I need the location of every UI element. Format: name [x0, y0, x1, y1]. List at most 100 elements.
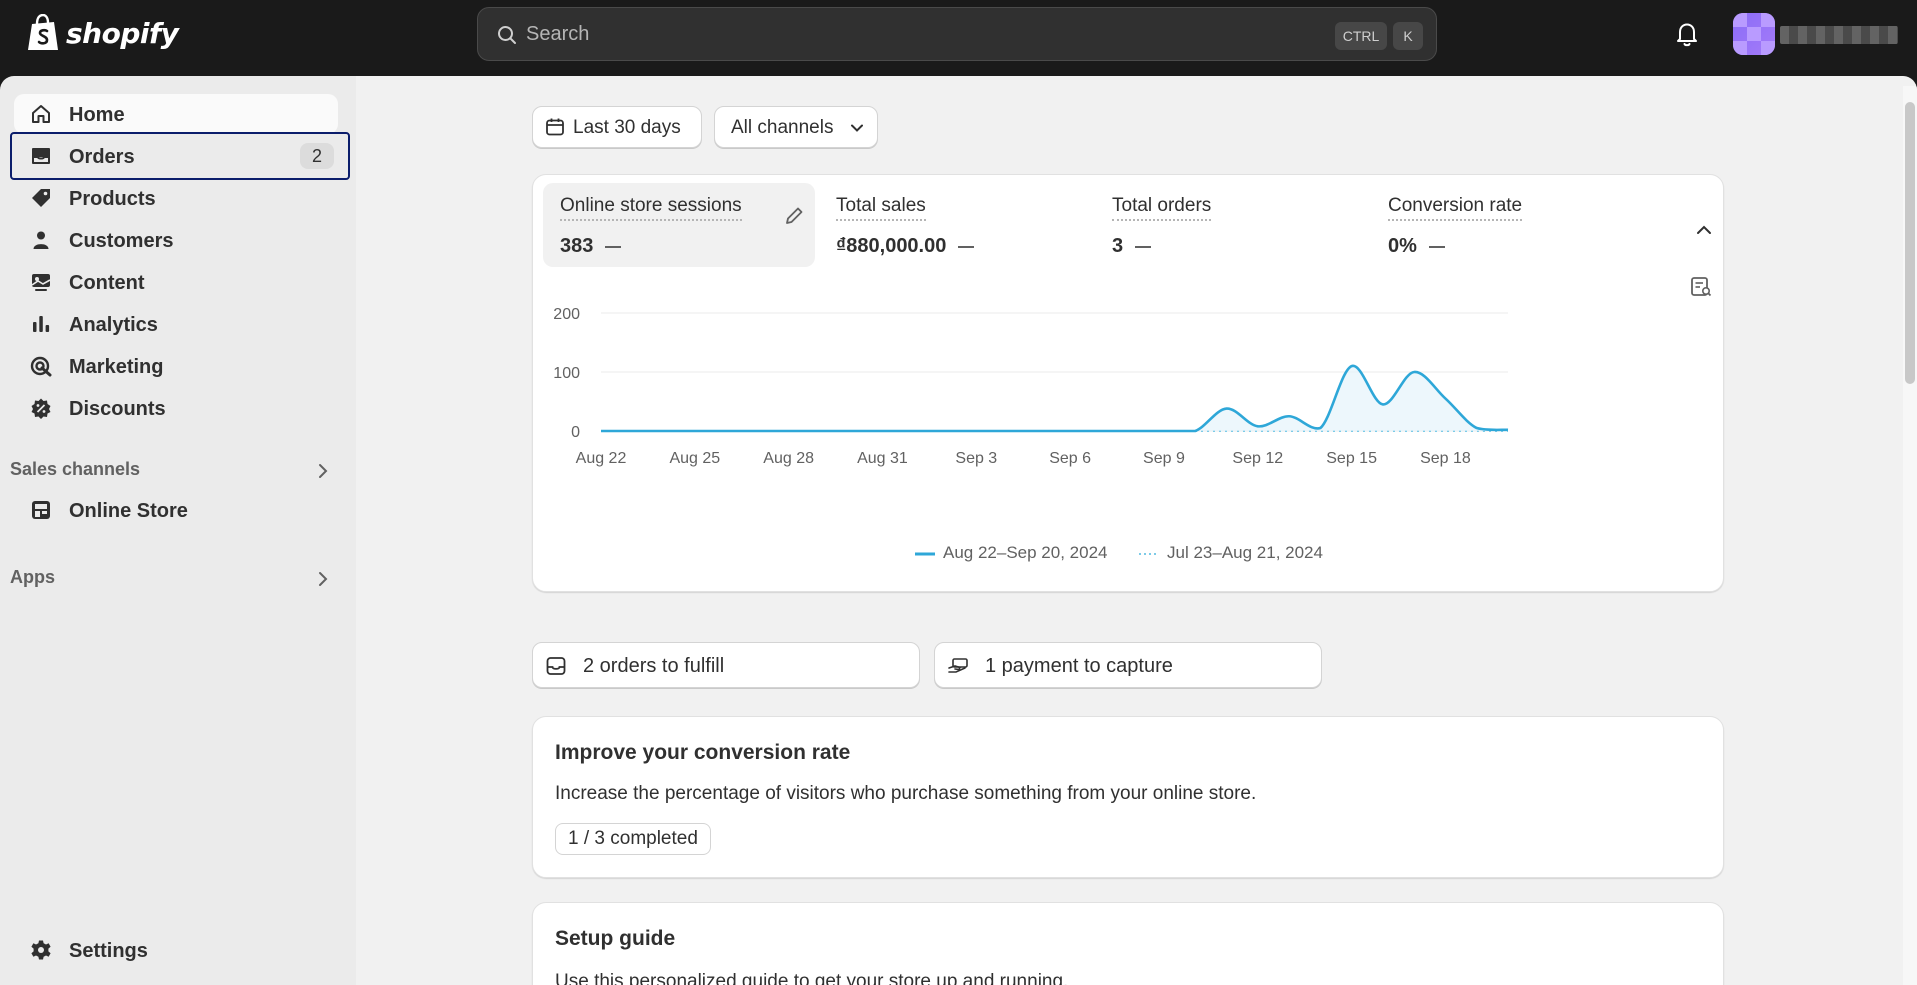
- x-tick-label: Aug 25: [669, 450, 720, 467]
- orders-icon: [32, 148, 50, 164]
- sidebar-item-marketing[interactable]: Marketing: [14, 346, 338, 386]
- sidebar-item-label: Discounts: [69, 398, 166, 420]
- x-tick-label: Sep 3: [955, 450, 997, 467]
- home-icon: [32, 105, 50, 123]
- sidebar-item-content[interactable]: Content: [14, 262, 338, 302]
- orders-count-badge: 2: [300, 143, 334, 169]
- payment-to-capture-button[interactable]: 1 payment to capture: [934, 642, 1322, 688]
- progress-badge: 1 / 3 completed: [555, 823, 711, 855]
- metric-label[interactable]: Total orders: [1112, 195, 1212, 221]
- pencil-icon[interactable]: [783, 205, 805, 227]
- main-content: Last 30 days All channels Online store s…: [356, 76, 1917, 985]
- sidebar-item-customers[interactable]: Customers: [14, 220, 338, 260]
- search-input[interactable]: [526, 18, 1246, 50]
- date-range-button[interactable]: Last 30 days: [532, 106, 702, 148]
- shopify-logo[interactable]: shopify: [26, 14, 179, 52]
- sidebar-item-settings[interactable]: Settings: [14, 930, 338, 970]
- chevron-down-icon: [851, 124, 863, 132]
- bar-chart-icon: [33, 316, 50, 332]
- chart-options-icon[interactable]: [1689, 275, 1713, 299]
- chevron-right-icon[interactable]: [314, 462, 332, 480]
- metric-value: 3: [1112, 235, 1152, 258]
- sidebar-item-label: Orders: [69, 146, 135, 168]
- content-icon: [31, 274, 51, 291]
- sessions-line-chart: 0 100 200 Aug 22 Aug 25 Aug 28 Aug 31 Sep 3 Sep …: [553, 306, 1509, 467]
- channels-dropdown[interactable]: All channels: [714, 106, 878, 148]
- sidebar-item-products[interactable]: Products: [14, 178, 338, 218]
- sidebar-item-label: Settings: [69, 940, 148, 962]
- avatar[interactable]: [1733, 13, 1775, 55]
- series-area-current: [601, 365, 1508, 431]
- chevron-up-icon[interactable]: [1695, 221, 1713, 239]
- sales-channels-heading[interactable]: Sales channels: [10, 459, 140, 480]
- sidebar-item-label: Online Store: [69, 500, 188, 522]
- shortcut-k-key: K: [1393, 22, 1423, 50]
- sidebar-item-label: Products: [69, 188, 156, 210]
- bell-icon[interactable]: [1674, 20, 1700, 48]
- metric-value: 383: [560, 235, 622, 258]
- top-bar: shopify CTRL K: [0, 0, 1917, 76]
- metric-total-sales[interactable]: Total sales ₫880,000.00: [819, 183, 1091, 267]
- scrollbar[interactable]: [1903, 86, 1917, 985]
- legend-solid-swatch: [915, 552, 935, 556]
- setup-guide-card[interactable]: Setup guide Use this personalized guide …: [532, 902, 1724, 985]
- metric-label[interactable]: Online store sessions: [560, 195, 742, 221]
- inbox-icon: [546, 657, 566, 675]
- brand-name: shopify: [66, 16, 179, 50]
- legend-current: Aug 22–Sep 20, 2024: [915, 543, 1107, 563]
- metric-total-orders[interactable]: Total orders 3: [1095, 183, 1367, 267]
- legend-label: Jul 23–Aug 21, 2024: [1167, 543, 1323, 562]
- scroll-thumb[interactable]: [1905, 102, 1915, 384]
- metric-value: 0%: [1388, 235, 1445, 258]
- x-tick-label: Sep 6: [1049, 450, 1091, 467]
- gear-icon: [31, 940, 51, 960]
- date-range-label: Last 30 days: [573, 117, 681, 138]
- sidebar-item-analytics[interactable]: Analytics: [14, 304, 338, 344]
- x-tick-label: Aug 28: [763, 450, 814, 467]
- legend-label: Aug 22–Sep 20, 2024: [943, 543, 1108, 562]
- search-bar[interactable]: CTRL K: [477, 7, 1437, 61]
- channels-label: All channels: [731, 117, 834, 138]
- store-icon: [32, 501, 50, 519]
- legend-previous: Jul 23–Aug 21, 2024: [1139, 543, 1323, 563]
- conversion-card[interactable]: Improve your conversion rate Increase th…: [532, 716, 1724, 878]
- card-description: Increase the percentage of visitors who …: [555, 783, 1257, 804]
- sidebar-item-online-store[interactable]: Online Store: [14, 490, 338, 530]
- chevron-right-icon[interactable]: [314, 570, 332, 588]
- person-icon: [33, 231, 49, 249]
- task-label: 1 payment to capture: [985, 655, 1173, 677]
- store-name-redacted[interactable]: [1780, 26, 1898, 44]
- sidebar-item-label: Marketing: [69, 356, 164, 378]
- sidebar-item-label: Customers: [69, 230, 174, 252]
- hand-money-icon: [948, 658, 968, 673]
- metric-online-store-sessions[interactable]: Online store sessions 383: [543, 183, 815, 267]
- x-tick-label: Sep 12: [1232, 450, 1283, 467]
- analytics-card: Online store sessions 383 Total sales ₫8…: [532, 174, 1724, 592]
- target-icon: [30, 356, 52, 377]
- metric-conversion-rate[interactable]: Conversion rate 0%: [1371, 183, 1643, 267]
- tag-icon: [32, 189, 50, 207]
- y-tick-label: 100: [553, 365, 580, 382]
- orders-to-fulfill-button[interactable]: 2 orders to fulfill: [532, 642, 920, 688]
- sidebar-item-discounts[interactable]: Discounts: [14, 388, 338, 428]
- search-icon: [498, 26, 516, 44]
- metric-label[interactable]: Conversion rate: [1388, 195, 1523, 221]
- card-title: Setup guide: [555, 927, 676, 950]
- metric-label[interactable]: Total sales: [836, 195, 926, 221]
- sidebar-item-label: Home: [69, 104, 125, 126]
- x-tick-label: Sep 15: [1326, 450, 1377, 467]
- metric-value: ₫880,000.00: [836, 235, 975, 258]
- card-title: Improve your conversion rate: [555, 741, 851, 764]
- y-tick-label: 200: [553, 306, 580, 323]
- card-description: Use this personalized guide to get your …: [555, 971, 1069, 985]
- sidebar-item-label: Content: [69, 272, 145, 294]
- apps-heading[interactable]: Apps: [10, 567, 55, 588]
- sidebar-item-orders[interactable]: Orders 2: [10, 132, 350, 180]
- x-tick-label: Aug 22: [576, 450, 627, 467]
- discount-icon: [31, 398, 51, 419]
- x-tick-label: Sep 18: [1420, 450, 1471, 467]
- sidebar-item-home[interactable]: Home: [14, 94, 338, 134]
- y-tick-label: 0: [571, 424, 580, 441]
- shopify-bag-icon: [28, 14, 58, 50]
- x-tick-label: Aug 31: [857, 450, 908, 467]
